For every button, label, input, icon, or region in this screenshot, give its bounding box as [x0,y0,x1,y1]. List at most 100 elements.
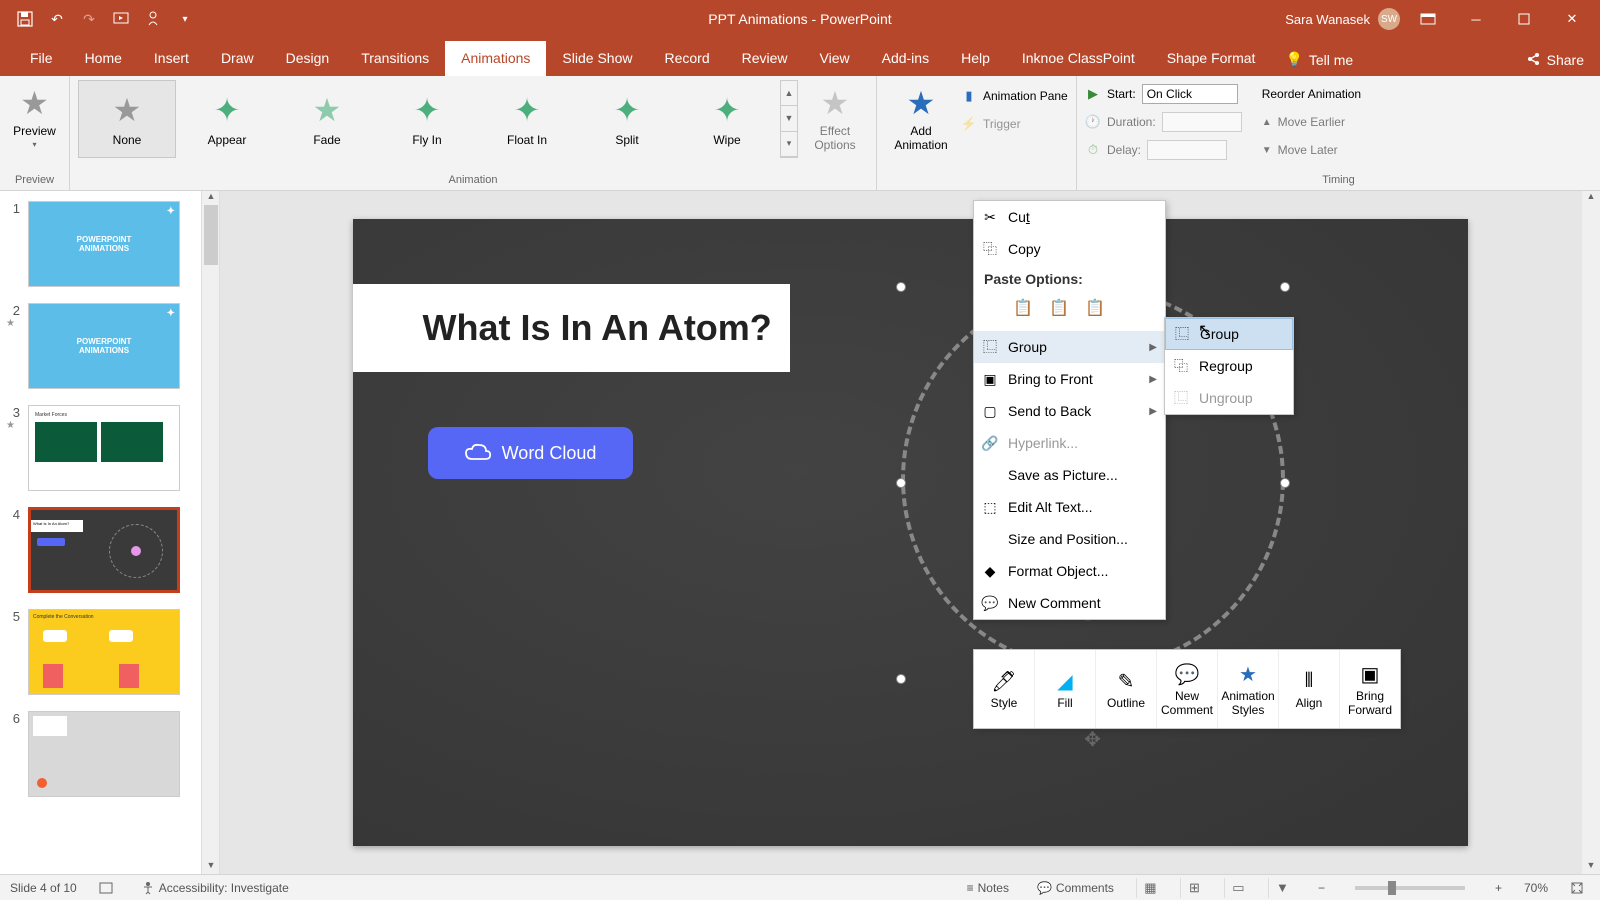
minimize-icon[interactable]: ─ [1456,4,1496,34]
menu-cut[interactable]: ✂ Cut [974,201,1165,233]
menu-format-object[interactable]: ◆ Format Object... [974,555,1165,587]
submenu-group[interactable]: ⿺ Group [1165,318,1293,350]
anim-none[interactable]: ★None [78,80,176,158]
paste-use-destination[interactable]: 📋 [1008,293,1038,323]
slide-editor[interactable]: What Is In An Atom? Word Cloud [220,191,1600,874]
save-icon[interactable] [14,8,36,30]
anim-float-in[interactable]: ✦Float In [478,80,576,158]
menu-new-comment[interactable]: 💬 New Comment [974,587,1165,619]
start-field[interactable]: ▶ Start: On Click [1085,82,1242,106]
thumbnail-4[interactable]: 4 What Is In An Atom? [6,507,213,593]
sorter-view-icon[interactable]: ⊞ [1180,878,1208,898]
mini-new-comment[interactable]: 💬New Comment [1157,650,1218,728]
menu-bring-front[interactable]: ▣ Bring to Front ▶ [974,363,1165,395]
effect-options-button[interactable]: ★ Effect Options [802,80,868,156]
scroll-up-icon[interactable]: ▲ [202,191,220,205]
reading-view-icon[interactable]: ▭ [1224,878,1252,898]
delay-input[interactable] [1147,140,1227,160]
scroll-down-icon[interactable]: ▼ [1582,860,1600,874]
chevron-up-icon[interactable]: ▲ [781,81,797,106]
mini-bring-forward[interactable]: ▣Bring Forward [1340,650,1400,728]
tab-home[interactable]: Home [69,41,138,76]
mini-style[interactable]: 🖊Style [974,650,1035,728]
tab-help[interactable]: Help [945,41,1006,76]
ribbon-display-icon[interactable] [1408,4,1448,34]
tab-view[interactable]: View [804,41,866,76]
animation-pane-button[interactable]: ▮ Animation Pane [961,84,1068,108]
thumbnail-1[interactable]: 1 POWERPOINTANIMATIONS✦ [6,201,213,287]
redo-icon[interactable]: ↷ [78,8,100,30]
move-handle-icon[interactable]: ✥ [1079,725,1107,753]
menu-send-back[interactable]: ▢ Send to Back ▶ [974,395,1165,427]
anim-split[interactable]: ✦Split [578,80,676,158]
touch-mode-icon[interactable] [142,8,164,30]
notes-button[interactable]: ≡ Notes [961,881,1015,895]
mini-fill[interactable]: ◢Fill [1035,650,1096,728]
anim-fly-in[interactable]: ✦Fly In [378,80,476,158]
duration-field[interactable]: 🕐 Duration: [1085,110,1242,134]
zoom-out-button[interactable]: − [1312,881,1331,895]
duration-input[interactable] [1162,112,1242,132]
gallery-scroll[interactable]: ▲ ▼ ▾ [780,80,798,158]
scroll-thumb[interactable] [204,205,218,265]
menu-size-position[interactable]: Size and Position... [974,523,1165,555]
anim-fade[interactable]: ★Fade [278,80,376,158]
close-icon[interactable]: ✕ [1552,4,1592,34]
delay-field[interactable]: ⏱ Delay: [1085,138,1242,162]
gallery-more-icon[interactable]: ▾ [781,132,797,157]
thumbnails-scrollbar[interactable]: ▲ ▼ [201,191,219,874]
undo-icon[interactable]: ↶ [46,8,68,30]
start-combo[interactable]: On Click [1142,84,1238,104]
tab-insert[interactable]: Insert [138,41,205,76]
share-button[interactable]: Share [1509,44,1600,76]
tab-review[interactable]: Review [726,41,804,76]
slide-canvas[interactable]: What Is In An Atom? Word Cloud [353,219,1468,846]
menu-save-picture[interactable]: Save as Picture... [974,459,1165,491]
tab-animations[interactable]: Animations [445,41,546,76]
maximize-icon[interactable] [1504,4,1544,34]
add-animation-button[interactable]: ★ Add Animation [885,80,957,156]
paste-keep-source[interactable]: 📋 [1044,293,1074,323]
slide-thumbnails-panel[interactable]: 1 POWERPOINTANIMATIONS✦ 2★ POWERPOINTANI… [0,191,220,874]
language-button[interactable] [93,881,119,895]
comments-button[interactable]: 💬 Comments [1031,881,1120,895]
tab-transitions[interactable]: Transitions [345,41,445,76]
normal-view-icon[interactable]: ▦ [1136,878,1164,898]
tab-slideshow[interactable]: Slide Show [546,41,648,76]
anim-appear[interactable]: ✦Appear [178,80,276,158]
qat-more-icon[interactable]: ▾ [174,8,196,30]
animation-gallery[interactable]: ★None ✦Appear ★Fade ✦Fly In ✦Float In ✦S… [78,80,776,158]
thumbnail-2[interactable]: 2★ POWERPOINTANIMATIONS✦ [6,303,213,389]
zoom-level[interactable]: 70% [1524,881,1548,895]
anim-wipe[interactable]: ✦Wipe [678,80,776,158]
menu-group[interactable]: ⿺ Group ▶ [974,331,1165,363]
mini-animation-styles[interactable]: ★Animation Styles [1218,650,1279,728]
editor-scrollbar[interactable]: ▲ ▼ [1582,191,1600,874]
scroll-up-icon[interactable]: ▲ [1582,191,1600,205]
mini-align[interactable]: ⫴Align [1279,650,1340,728]
menu-copy[interactable]: ⿻ Copy [974,233,1165,265]
tab-addins[interactable]: Add-ins [866,41,945,76]
tab-classpoint[interactable]: Inknoe ClassPoint [1006,41,1151,76]
scroll-down-icon[interactable]: ▼ [202,860,220,874]
tab-file[interactable]: File [14,41,69,76]
submenu-regroup[interactable]: ⿻ Regroup [1165,350,1293,382]
zoom-slider[interactable] [1355,886,1465,890]
word-cloud-button[interactable]: Word Cloud [428,427,633,479]
slideshow-view-icon[interactable]: ▼ [1268,878,1296,898]
thumbnail-3[interactable]: 3★ Market Forces [6,405,213,491]
tab-draw[interactable]: Draw [205,41,270,76]
slide-title[interactable]: What Is In An Atom? [353,284,790,372]
tab-design[interactable]: Design [270,41,346,76]
mini-outline[interactable]: ✎Outline [1096,650,1157,728]
tab-shape-format[interactable]: Shape Format [1151,41,1272,76]
menu-edit-alt[interactable]: ⬚ Edit Alt Text... [974,491,1165,523]
move-later-button[interactable]: ▼ Move Later [1262,138,1361,162]
paste-picture[interactable]: 📋 [1080,293,1110,323]
fit-to-window-button[interactable] [1564,881,1590,895]
accessibility-button[interactable]: Accessibility: Investigate [135,881,295,895]
thumbnail-5[interactable]: 5 Complete the Conversation [6,609,213,695]
thumbnail-6[interactable]: 6 [6,711,213,797]
zoom-thumb[interactable] [1388,881,1396,895]
tell-me-search[interactable]: 💡 Tell me [1271,43,1367,76]
